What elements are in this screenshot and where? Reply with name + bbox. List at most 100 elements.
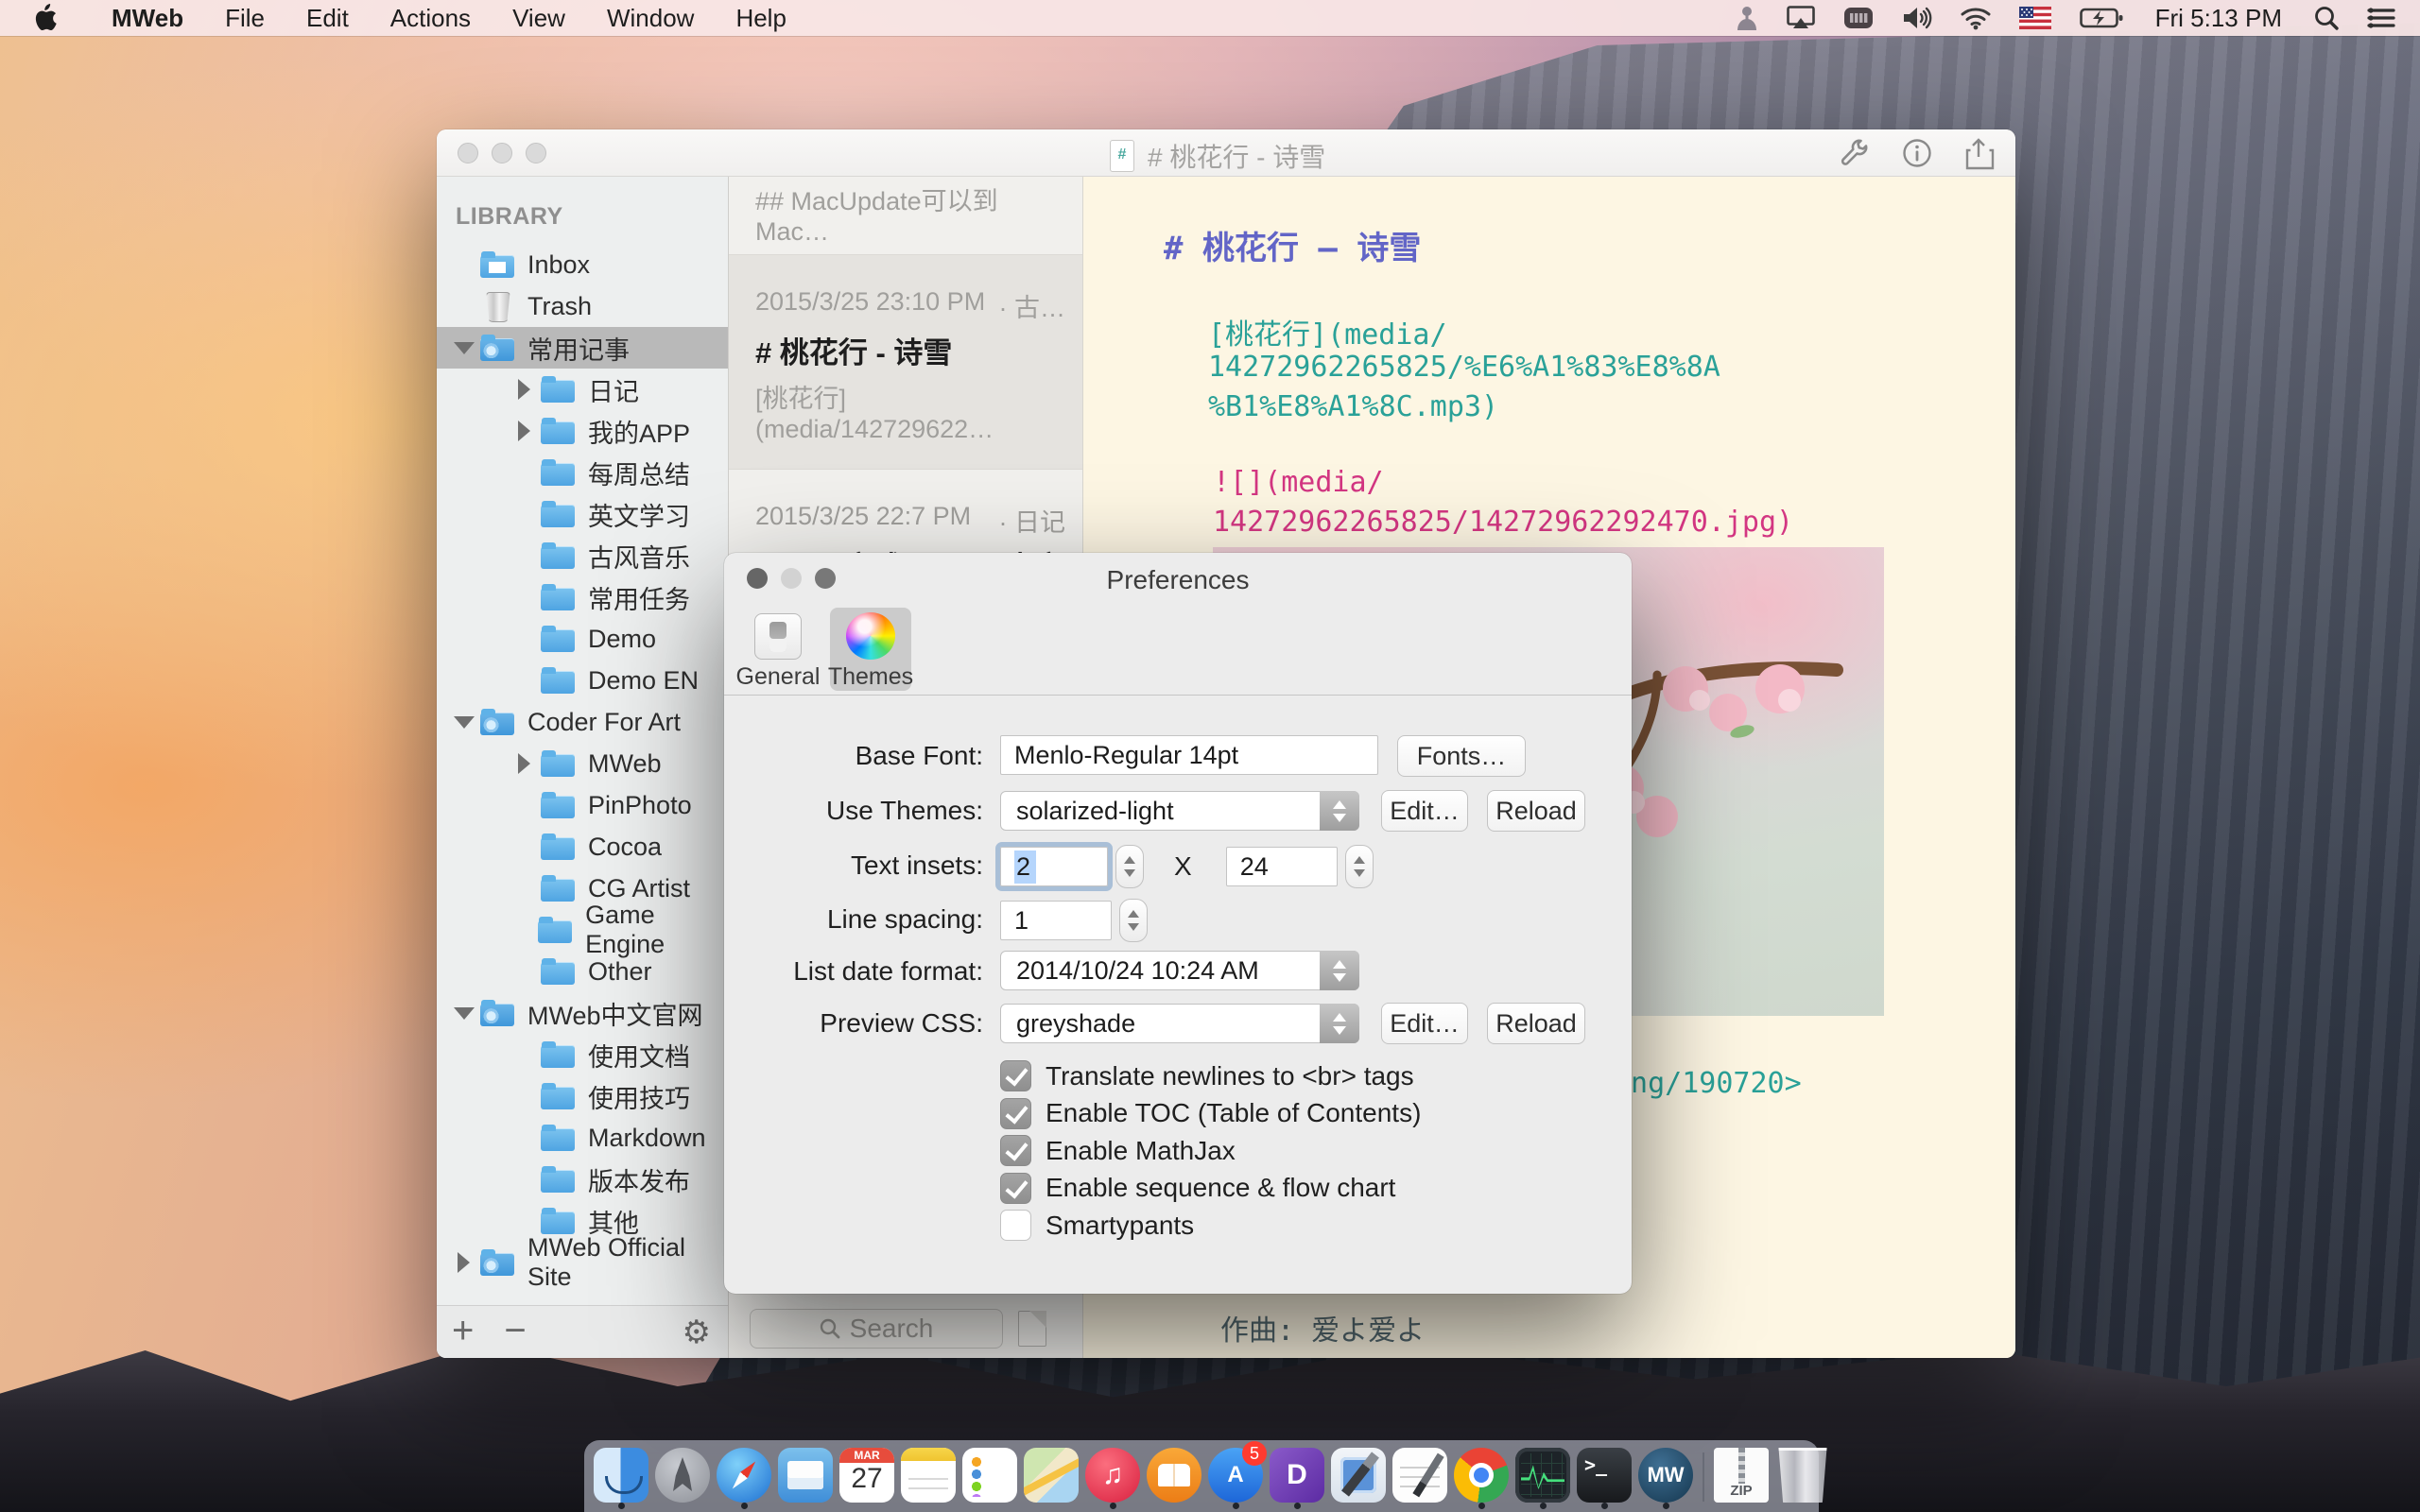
apple-menu-icon[interactable]: [32, 4, 57, 32]
sidebar-item[interactable]: 每周总结: [437, 452, 728, 493]
checkbox[interactable]: [1000, 1060, 1031, 1091]
battery-charging-icon[interactable]: [2080, 7, 2123, 29]
dock-item[interactable]: [1700, 1445, 1707, 1507]
dock-item[interactable]: [717, 1445, 771, 1507]
zoom-button[interactable]: [815, 568, 836, 589]
sidebar-item[interactable]: 使用技巧: [437, 1075, 728, 1117]
menu-window[interactable]: Window: [586, 4, 715, 33]
dock-item[interactable]: [655, 1445, 710, 1507]
gear-icon[interactable]: ⚙: [683, 1314, 711, 1351]
notification-center-icon[interactable]: [2367, 7, 2395, 29]
dock-item[interactable]: MW: [1638, 1445, 1693, 1507]
disclosure-triangle-icon[interactable]: [509, 421, 541, 441]
new-note-icon[interactable]: [1018, 1311, 1046, 1347]
dock-item[interactable]: [1454, 1445, 1509, 1507]
sidebar-item[interactable]: 常用记事: [437, 327, 728, 369]
disclosure-triangle-icon[interactable]: [448, 997, 480, 1030]
share-icon[interactable]: [1964, 138, 1993, 170]
edit-theme-button[interactable]: Edit…: [1381, 790, 1468, 832]
text-insets-y-field[interactable]: 24: [1226, 847, 1338, 886]
dock-item[interactable]: ZIP: [1714, 1445, 1769, 1507]
info-icon[interactable]: [1902, 138, 1932, 170]
disclosure-triangle-icon[interactable]: [509, 379, 541, 400]
edit-css-button[interactable]: Edit…: [1381, 1003, 1468, 1044]
user-agent-icon[interactable]: [1736, 5, 1758, 31]
tools-wrench-icon[interactable]: [1840, 138, 1870, 170]
menu-view[interactable]: View: [492, 4, 586, 33]
sidebar-item[interactable]: 使用文档: [437, 1034, 728, 1075]
sidebar-item[interactable]: Cocoa: [437, 826, 728, 868]
sidebar-item[interactable]: Inbox: [437, 244, 728, 285]
sidebar-item[interactable]: 版本发布: [437, 1159, 728, 1200]
line-spacing-field[interactable]: 1: [1000, 901, 1112, 940]
zoom-button[interactable]: [526, 143, 546, 163]
wifi-icon[interactable]: [1961, 7, 1991, 29]
base-font-field[interactable]: Menlo-Regular 14pt: [1000, 735, 1378, 775]
use-themes-dropdown[interactable]: solarized-light: [1000, 791, 1359, 831]
stepper-icon[interactable]: [1119, 899, 1148, 942]
disclosure-triangle-icon[interactable]: [448, 1252, 480, 1273]
menu-help[interactable]: Help: [715, 4, 806, 33]
dock-item[interactable]: ♫: [1085, 1445, 1140, 1507]
sidebar-item[interactable]: 常用任务: [437, 576, 728, 618]
reload-css-button[interactable]: Reload: [1487, 1003, 1585, 1044]
checkbox[interactable]: [1000, 1135, 1031, 1166]
dock-item[interactable]: [1392, 1445, 1447, 1507]
fonts-button[interactable]: Fonts…: [1397, 735, 1526, 777]
sidebar-item[interactable]: MWeb中文官网: [437, 992, 728, 1034]
sidebar-item[interactable]: 日记: [437, 369, 728, 410]
input-source-flag-icon[interactable]: [2019, 7, 2051, 29]
dock-item[interactable]: MAR 27: [839, 1445, 894, 1507]
sidebar-item[interactable]: Markdown: [437, 1117, 728, 1159]
menu-clock[interactable]: Fri 5:13 PM: [2152, 4, 2286, 33]
preview-css-dropdown[interactable]: greyshade: [1000, 1004, 1359, 1043]
tab-general[interactable]: General: [737, 608, 819, 691]
dock-item[interactable]: [778, 1445, 833, 1507]
tab-themes[interactable]: Themes: [830, 608, 911, 691]
dock-item[interactable]: [1775, 1445, 1830, 1507]
text-insets-x-field[interactable]: 2: [1000, 847, 1108, 886]
note-list-item[interactable]: ## MacUpdate可以到 Mac…: [729, 177, 1082, 255]
dock-item[interactable]: 5 A: [1208, 1445, 1263, 1507]
menu-actions[interactable]: Actions: [370, 4, 492, 33]
dock-item[interactable]: [1331, 1445, 1386, 1507]
dock-item[interactable]: [901, 1445, 956, 1507]
menu-file[interactable]: File: [204, 4, 285, 33]
checkbox[interactable]: [1000, 1210, 1031, 1241]
menu-app-name[interactable]: MWeb: [91, 4, 204, 33]
sidebar-item[interactable]: Game Engine: [437, 909, 728, 951]
sidebar-item[interactable]: Coder For Art: [437, 701, 728, 743]
disclosure-triangle-icon[interactable]: [509, 753, 541, 774]
checkbox[interactable]: [1000, 1173, 1031, 1204]
sidebar-item[interactable]: MWeb Official Site: [437, 1242, 728, 1283]
minimize-button[interactable]: [492, 143, 512, 163]
note-list-item[interactable]: 2015/3/25 23:10 PM · 古… # 桃花行 - 诗雪 [桃花行]…: [729, 255, 1082, 470]
window-title-bar[interactable]: # # 桃花行 - 诗雪: [437, 129, 2015, 177]
sidebar-item[interactable]: 英文学习: [437, 493, 728, 535]
sidebar-item[interactable]: Demo: [437, 618, 728, 660]
date-format-dropdown[interactable]: 2014/10/24 10:24 AM: [1000, 951, 1359, 990]
close-button[interactable]: [458, 143, 478, 163]
keyboard-brightness-icon[interactable]: [1843, 7, 1874, 29]
reload-theme-button[interactable]: Reload: [1487, 790, 1585, 832]
sidebar-item[interactable]: Trash: [437, 285, 728, 327]
checkbox[interactable]: [1000, 1098, 1031, 1129]
dock-item[interactable]: [1024, 1445, 1079, 1507]
sidebar-item[interactable]: 我的APP: [437, 410, 728, 452]
dock-item[interactable]: [1147, 1445, 1201, 1507]
sidebar-item[interactable]: PinPhoto: [437, 784, 728, 826]
volume-icon[interactable]: [1902, 6, 1932, 30]
search-input[interactable]: Search: [750, 1309, 1003, 1349]
dock-item[interactable]: [594, 1445, 648, 1507]
disclosure-triangle-icon[interactable]: [448, 706, 480, 739]
sidebar-item[interactable]: MWeb: [437, 743, 728, 784]
add-folder-button[interactable]: +: [437, 1312, 489, 1349]
dock-item[interactable]: [1515, 1445, 1570, 1507]
spotlight-icon[interactable]: [2314, 6, 2339, 30]
remove-folder-button[interactable]: −: [489, 1312, 541, 1349]
stepper-icon[interactable]: [1115, 845, 1144, 888]
sidebar-item[interactable]: Demo EN: [437, 660, 728, 701]
sidebar-item[interactable]: 古风音乐: [437, 535, 728, 576]
disclosure-triangle-icon[interactable]: [448, 332, 480, 365]
minimize-button[interactable]: [781, 568, 802, 589]
